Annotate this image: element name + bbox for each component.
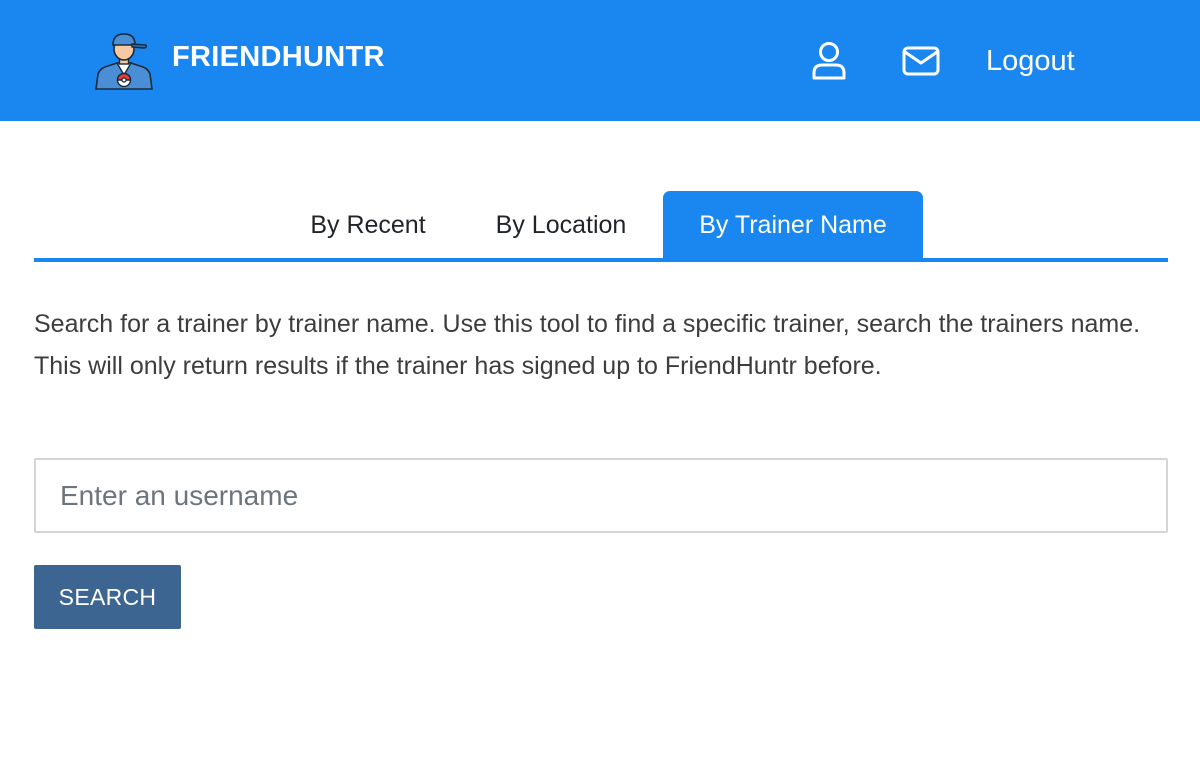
tab-by-trainer-name[interactable]: By Trainer Name	[663, 191, 923, 258]
user-icon	[812, 42, 846, 80]
profile-link[interactable]	[808, 40, 850, 82]
envelope-icon	[902, 46, 940, 76]
tab-by-location[interactable]: By Location	[478, 191, 644, 258]
logout-link[interactable]: Logout	[986, 40, 1075, 82]
trainer-avatar-icon	[95, 33, 153, 90]
top-navbar: FRIENDHUNTR Logout	[0, 0, 1200, 121]
username-search-input[interactable]	[34, 458, 1168, 533]
search-description: Search for a trainer by trainer name. Us…	[34, 310, 1141, 380]
brand-home-link[interactable]: FRIENDHUNTR	[92, 28, 385, 90]
messages-link[interactable]	[900, 40, 942, 82]
brand-name: FRIENDHUNTR	[172, 40, 385, 73]
tab-by-recent[interactable]: By Recent	[294, 191, 442, 258]
search-button[interactable]: SEARCH	[34, 565, 181, 629]
search-mode-tabs: By Recent By Location By Trainer Name	[34, 191, 1168, 263]
tabs-underline	[34, 258, 1168, 262]
